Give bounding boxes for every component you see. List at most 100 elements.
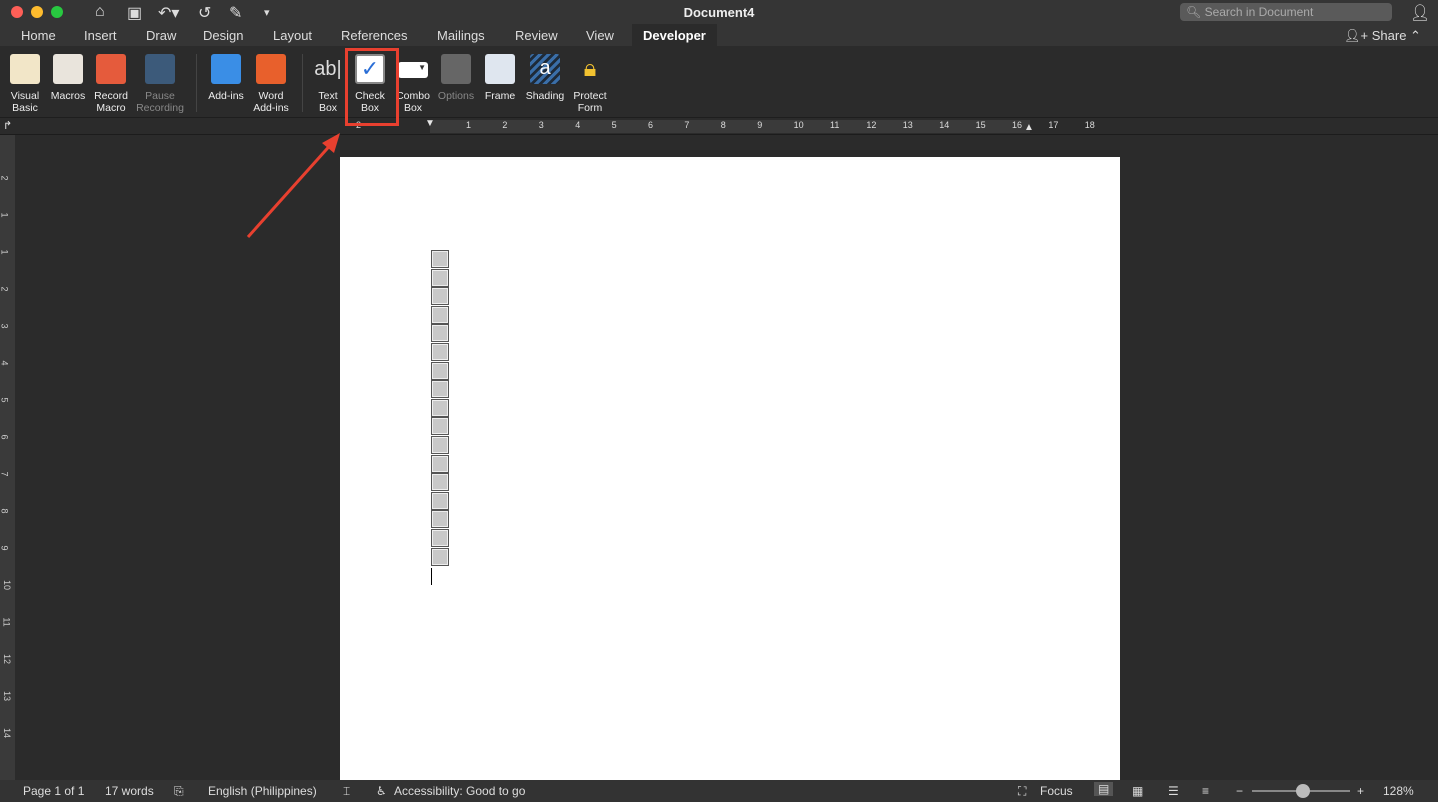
ruler-number: 4	[0, 360, 10, 366]
ruler-number: 5	[611, 120, 617, 130]
ruler-number: 2	[0, 175, 10, 181]
ruler-number: 2	[502, 120, 508, 130]
search-placeholder: Search in Document	[1204, 5, 1314, 19]
checkbox-form-field[interactable]	[431, 510, 449, 529]
share-label: Share	[1371, 28, 1407, 43]
proofing-icon[interactable]: ⎘	[174, 784, 184, 799]
tab-stop-icon[interactable]: ↱	[3, 119, 12, 132]
draft-icon[interactable]: ≡	[1202, 784, 1209, 798]
checkbox-form-field[interactable]	[431, 436, 449, 454]
checkbox-form-field[interactable]	[431, 324, 449, 343]
share-button[interactable]: 👤︎+ Share ⌃	[1344, 28, 1421, 44]
shading-icon: a	[530, 54, 560, 84]
status-bar: Page 1 of 1 17 words ⎘ English (Philippi…	[0, 780, 1438, 802]
ruler-number: 16	[1012, 120, 1023, 130]
web-layout-icon[interactable]: ▦	[1132, 784, 1143, 798]
zoom-slider-thumb[interactable]	[1296, 784, 1310, 798]
ruler-number: 1	[0, 212, 10, 218]
button-label-line2: Macro	[96, 102, 126, 114]
ruler-number: 6	[648, 120, 654, 130]
checkbox-form-field[interactable]	[431, 343, 449, 361]
zoom-level[interactable]: 128%	[1383, 784, 1414, 798]
focus-icon[interactable]: ⛶	[1018, 784, 1026, 799]
outline-icon[interactable]: ☰	[1168, 784, 1179, 798]
ruler-number: 3	[538, 120, 544, 130]
ruler-number: 14	[939, 120, 950, 130]
checkbox-form-field[interactable]	[431, 361, 449, 380]
document-page[interactable]	[340, 157, 1120, 780]
focus-button[interactable]: Focus	[1040, 784, 1073, 798]
vertical-ruler[interactable]: 2 1 1 2 3 4 5 6 7 8 9 10 11 12 13 14	[0, 135, 15, 780]
options-icon	[441, 54, 471, 84]
checkbox-form-field[interactable]	[431, 250, 449, 268]
tab-mailings[interactable]: Mailings	[437, 28, 485, 43]
protect-form-button[interactable]: 🔒︎ Protect Form	[562, 54, 618, 114]
word-count[interactable]: 17 words	[105, 784, 154, 798]
language[interactable]: English (Philippines)	[208, 784, 317, 798]
ruler-number: 5	[0, 397, 10, 403]
checkbox-form-field[interactable]	[431, 380, 449, 399]
word-add-ins-icon	[256, 54, 286, 84]
ribbon: Visual Basic Macros Record Macro Pause Recordi…	[0, 46, 1438, 118]
ruler-number: 13	[902, 120, 913, 130]
checkbox-form-field[interactable]	[431, 417, 449, 436]
tab-home[interactable]: Home	[21, 28, 56, 43]
ruler-number: 18	[1084, 120, 1095, 130]
indent-marker-icon[interactable]: ▼	[425, 118, 435, 129]
button-label: Record	[94, 90, 128, 102]
checkbox-form-field[interactable]	[431, 287, 449, 306]
tab-draw[interactable]: Draw	[146, 28, 176, 43]
ruler-number: 13	[2, 690, 13, 702]
zoom-out-button[interactable]: −	[1236, 784, 1243, 798]
tab-insert[interactable]: Insert	[84, 28, 117, 43]
checkbox-form-field[interactable]	[431, 491, 449, 510]
account-icon[interactable]: 👤︎	[1410, 3, 1430, 23]
word-add-ins-button[interactable]: Word Add-ins	[243, 54, 299, 114]
checkbox-form-field[interactable]	[431, 454, 449, 473]
checkbox-form-field[interactable]	[431, 473, 449, 492]
tab-layout[interactable]: Layout	[273, 28, 312, 43]
tab-design[interactable]: Design	[203, 28, 243, 43]
checkbox-form-field[interactable]	[431, 305, 449, 324]
checkbox-form-field[interactable]	[431, 398, 449, 417]
add-ins-icon	[211, 54, 241, 84]
zoom-in-button[interactable]: +	[1357, 784, 1364, 798]
record-macro-icon	[96, 54, 126, 84]
checkbox-form-field[interactable]	[431, 547, 449, 566]
ruler-number: 9	[0, 545, 10, 551]
checkbox-form-field[interactable]	[431, 268, 449, 287]
pause-recording-button[interactable]: Pause Recording	[132, 54, 188, 114]
right-indent-marker-icon[interactable]: ▲	[1024, 122, 1034, 133]
horizontal-ruler[interactable]: ↱ ▼ ▲ 2 1 2 3 4 5 6 7 8 9 10 11 12 13 14 15 16 17 18	[0, 118, 1438, 135]
button-label: Protect	[573, 90, 607, 102]
button-label-line2: Basic	[12, 102, 38, 114]
record-macro-button[interactable]: Record Macro	[83, 54, 139, 114]
title-bar: ⌂ ▣ ↶▾ ↺ ✎ ▾ Document4 🔍︎ Search in Docu…	[0, 0, 1438, 24]
button-label: Pause	[145, 90, 175, 102]
ruler-number: 15	[975, 120, 986, 130]
page-count[interactable]: Page 1 of 1	[23, 784, 84, 798]
share-icon: 👤︎+	[1344, 28, 1369, 43]
ruler-number: 17	[1048, 120, 1059, 130]
accessibility-icon[interactable]: ♿︎	[376, 784, 387, 798]
ruler-number: 1	[0, 249, 10, 255]
checkbox-form-field[interactable]	[431, 529, 449, 547]
track-changes-icon[interactable]: ⌶	[343, 784, 350, 799]
ruler-number: 7	[684, 120, 690, 130]
tab-review[interactable]: Review	[515, 28, 558, 43]
print-layout-icon[interactable]: ▤	[1094, 782, 1114, 796]
combo-box-icon: ▼	[398, 62, 428, 78]
ruler-number: 14	[2, 727, 13, 739]
search-input[interactable]: 🔍︎ Search in Document	[1180, 3, 1392, 21]
accessibility-status[interactable]: Accessibility: Good to go	[394, 784, 525, 798]
ruler-number: 4	[575, 120, 581, 130]
tab-references[interactable]: References	[341, 28, 407, 43]
pause-recording-icon	[145, 54, 175, 84]
ruler-number: 8	[0, 508, 10, 514]
tab-developer[interactable]: Developer	[632, 24, 717, 46]
tab-view[interactable]: View	[586, 28, 614, 43]
button-label: Word	[258, 90, 284, 102]
macros-icon	[53, 54, 83, 84]
ruler-number: 12	[2, 653, 13, 665]
ruler-number: 11	[830, 120, 840, 130]
